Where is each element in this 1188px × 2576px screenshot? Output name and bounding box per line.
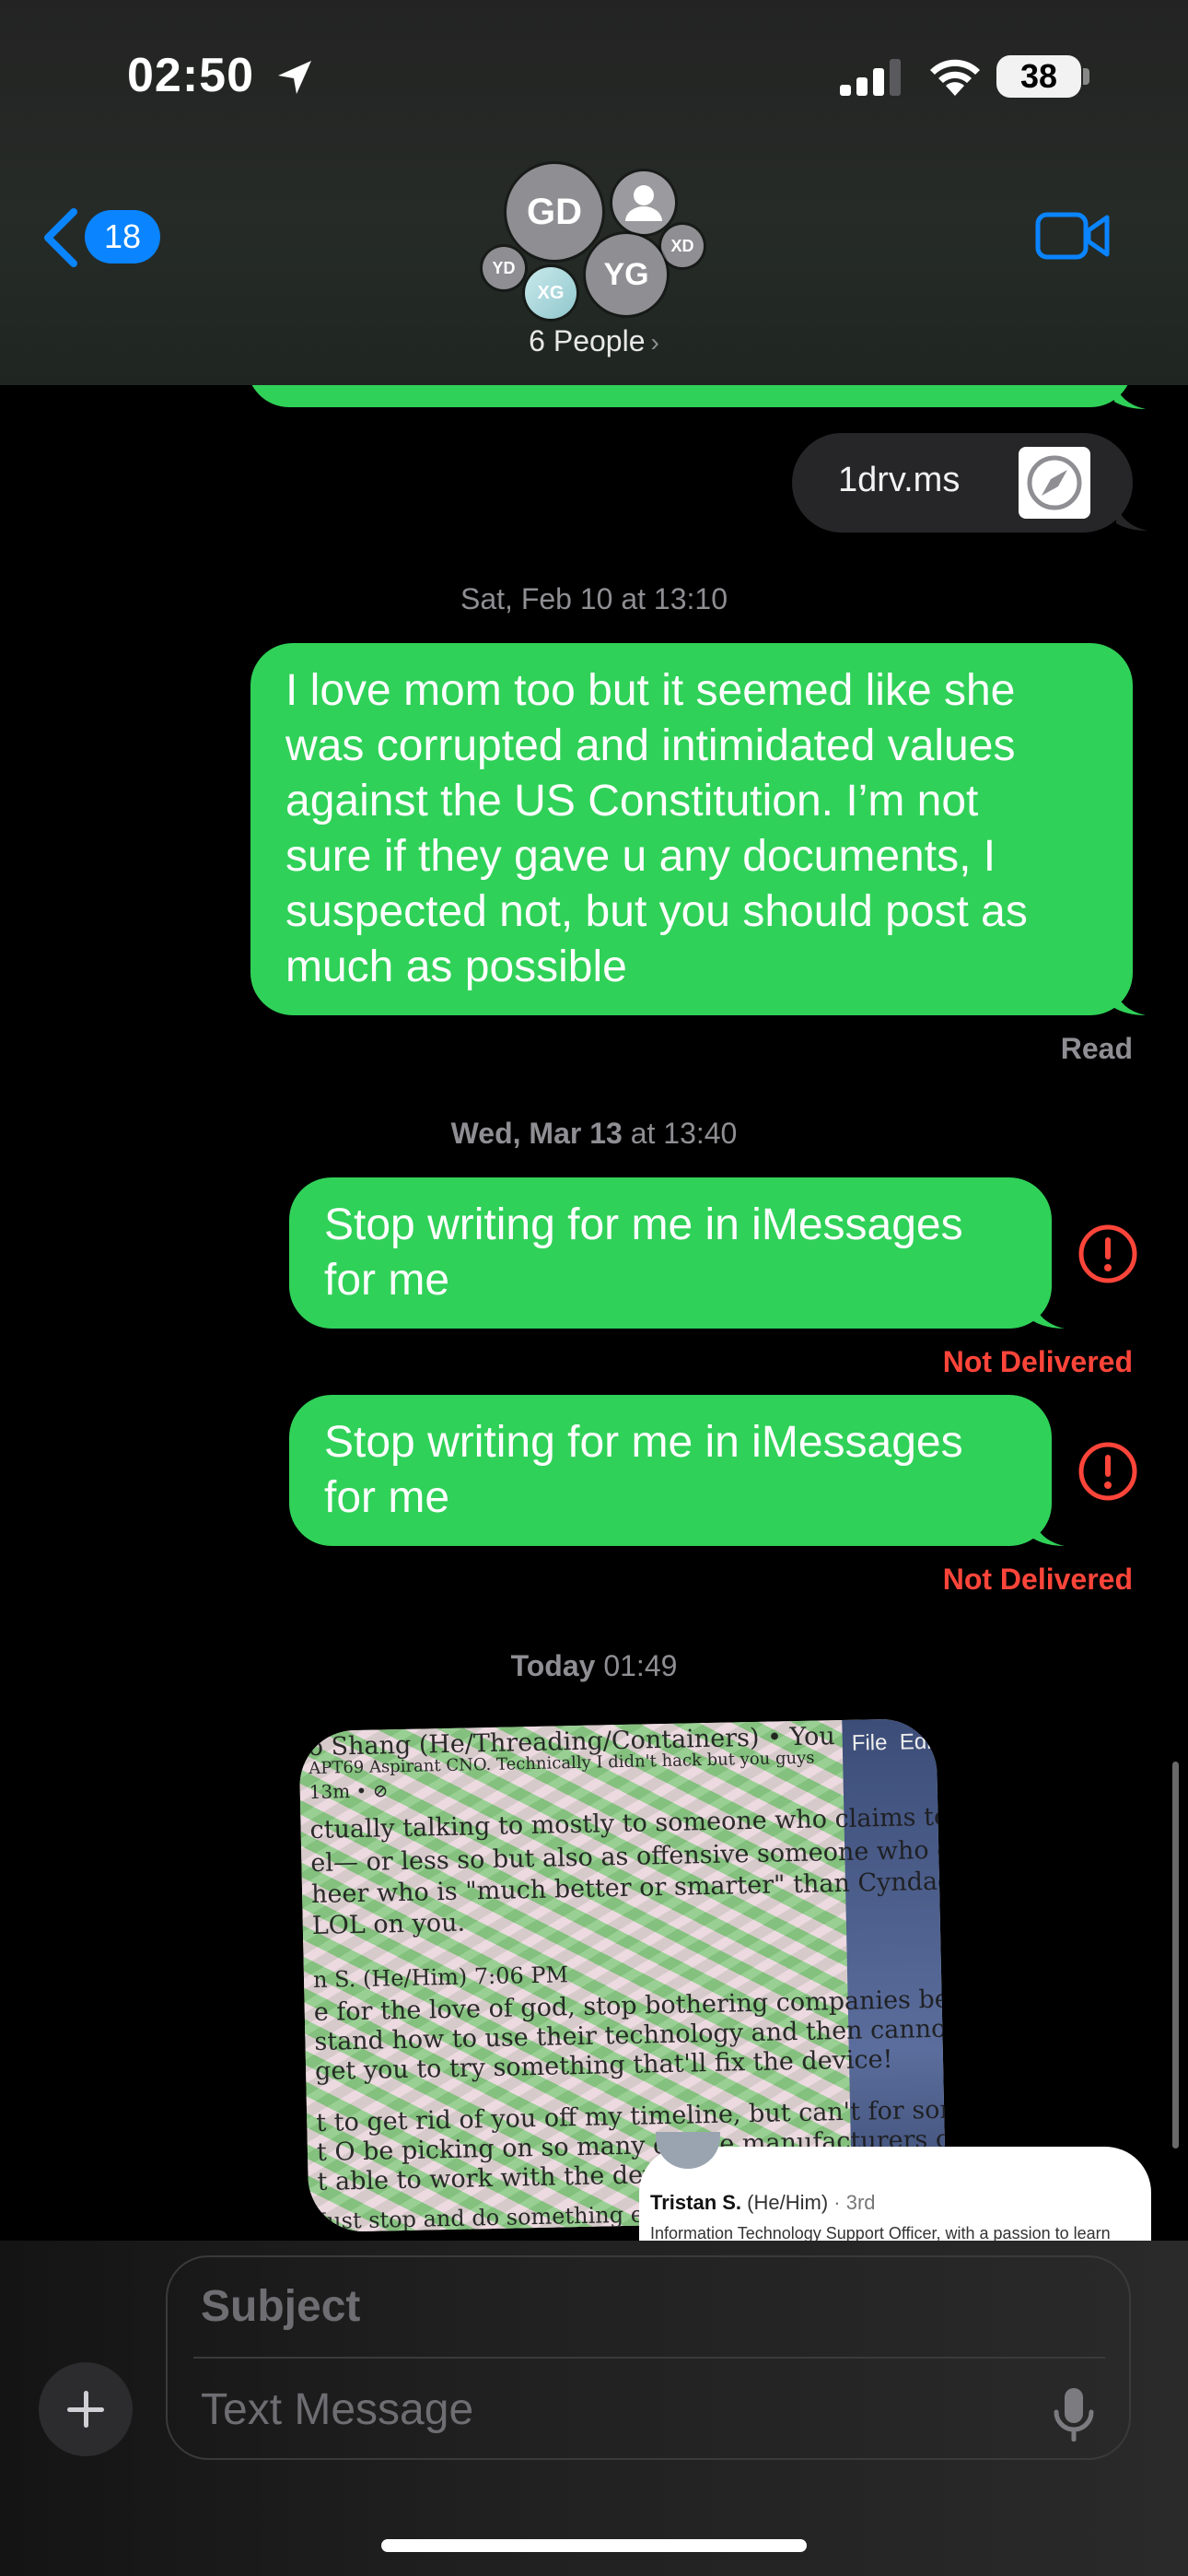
location-arrow-icon — [278, 61, 311, 94]
photo-text-line: LOL on you. — [311, 1908, 466, 1941]
avatar-contact[interactable] — [612, 171, 675, 234]
link-domain[interactable]: 1drv.ms — [838, 461, 960, 500]
group-name-label: 6 People — [529, 324, 646, 357]
conversation-header: 02:50 38 18 GD XD YD XG YG 6 People › — [0, 0, 1188, 385]
chevron-right-icon: › — [650, 328, 659, 357]
message-line: for me — [324, 1256, 450, 1305]
microphone-icon[interactable] — [1052, 2386, 1096, 2445]
profile-name-text: Tristan S. — [650, 2191, 742, 2214]
bubble-tail — [1033, 1518, 1065, 1546]
bubble-tail — [1116, 503, 1147, 531]
avatar-xd[interactable]: XD — [661, 225, 704, 267]
compass-icon — [1019, 447, 1090, 519]
timestamp: Wed, Mar 13 at 13:40 — [0, 1117, 1188, 1151]
delivery-status: Not Delivered — [942, 1563, 1133, 1596]
bubble-tail — [1033, 1301, 1065, 1329]
message-line: much as possible — [285, 943, 627, 991]
timestamp-day: Wed, Mar 13 — [450, 1117, 623, 1150]
profile-name: Tristan S. (He/Him) · 3rd — [650, 2191, 876, 2215]
message-line: for me — [324, 1473, 450, 1522]
timestamp-time: 01:49 — [603, 1649, 678, 1682]
message-line: Stop writing for me in iMessages — [324, 1418, 963, 1467]
timestamp: Sat, Feb 10 at 13:10 — [460, 582, 728, 615]
message-line: sure if they gave u any documents, I — [285, 832, 996, 881]
message-line: Stop writing for me in iMessages — [324, 1200, 963, 1249]
photo-text-line: 13m • ⊘ — [309, 1779, 389, 1804]
exclamation-circle-icon[interactable] — [1077, 1441, 1138, 1502]
timestamp-time: at 13:40 — [630, 1117, 738, 1150]
bubble-tail — [1114, 381, 1146, 409]
message-bubble[interactable]: I love mom too but it seemed like she wa… — [250, 643, 1133, 1015]
photo-menu-item: Edit — [899, 1728, 938, 1755]
avatar-yg[interactable]: YG — [586, 234, 667, 315]
message-bubble[interactable]: Stop writing for me in iMessages for me — [289, 1395, 1052, 1546]
photo-menu-item: File — [851, 1729, 888, 1756]
status-time: 02:50 — [127, 49, 254, 102]
read-receipt: Read — [1060, 1032, 1133, 1065]
message-line: against the US Constitution. I’m not — [285, 777, 979, 825]
exclamation-circle-icon[interactable] — [1077, 1224, 1138, 1284]
home-indicator[interactable] — [381, 2539, 807, 2552]
message-line: I love mom too but it seemed like she — [285, 666, 1016, 715]
avatar-gd[interactable]: GD — [507, 164, 602, 260]
bubble-tail — [1114, 988, 1146, 1015]
message-line: suspected not, but you should post as — [285, 887, 1028, 936]
group-name[interactable]: 6 People › — [0, 324, 1188, 358]
scroll-indicator[interactable] — [1172, 1762, 1179, 2149]
chevron-left-icon — [44, 208, 77, 267]
avatar-yd[interactable]: YD — [483, 247, 525, 289]
field-divider — [193, 2357, 1105, 2359]
text-message-field[interactable]: Text Message — [201, 2384, 1011, 2443]
timestamp: Today 01:49 — [0, 1649, 1188, 1683]
battery-indicator: 38 — [996, 55, 1081, 98]
person-icon — [625, 185, 662, 221]
unread-count-badge[interactable]: 18 — [85, 210, 160, 263]
subject-field[interactable]: Subject — [201, 2281, 1085, 2340]
avatar-xg[interactable]: XG — [525, 267, 577, 319]
wifi-icon — [930, 59, 980, 96]
apps-plus-button[interactable] — [39, 2362, 133, 2456]
signal-bars-icon — [840, 59, 901, 96]
photo-menu-text: File Edit — [851, 1729, 938, 1757]
delivery-status: Not Delivered — [942, 1345, 1133, 1378]
message-bubble[interactable]: Stop writing for me in iMessages for me — [289, 1177, 1052, 1329]
profile-degree: · 3rd — [833, 2191, 876, 2214]
message-line: was corrupted and intimidated values — [285, 721, 1016, 770]
battery-nub — [1083, 68, 1089, 85]
profile-pronouns: (He/Him) — [747, 2191, 829, 2214]
timestamp-day: Today — [510, 1649, 596, 1682]
plus-icon — [67, 2391, 104, 2428]
video-camera-icon[interactable] — [1035, 210, 1111, 262]
photo-text-line: n S. (He/Him) 7:06 PM — [312, 1961, 569, 1994]
